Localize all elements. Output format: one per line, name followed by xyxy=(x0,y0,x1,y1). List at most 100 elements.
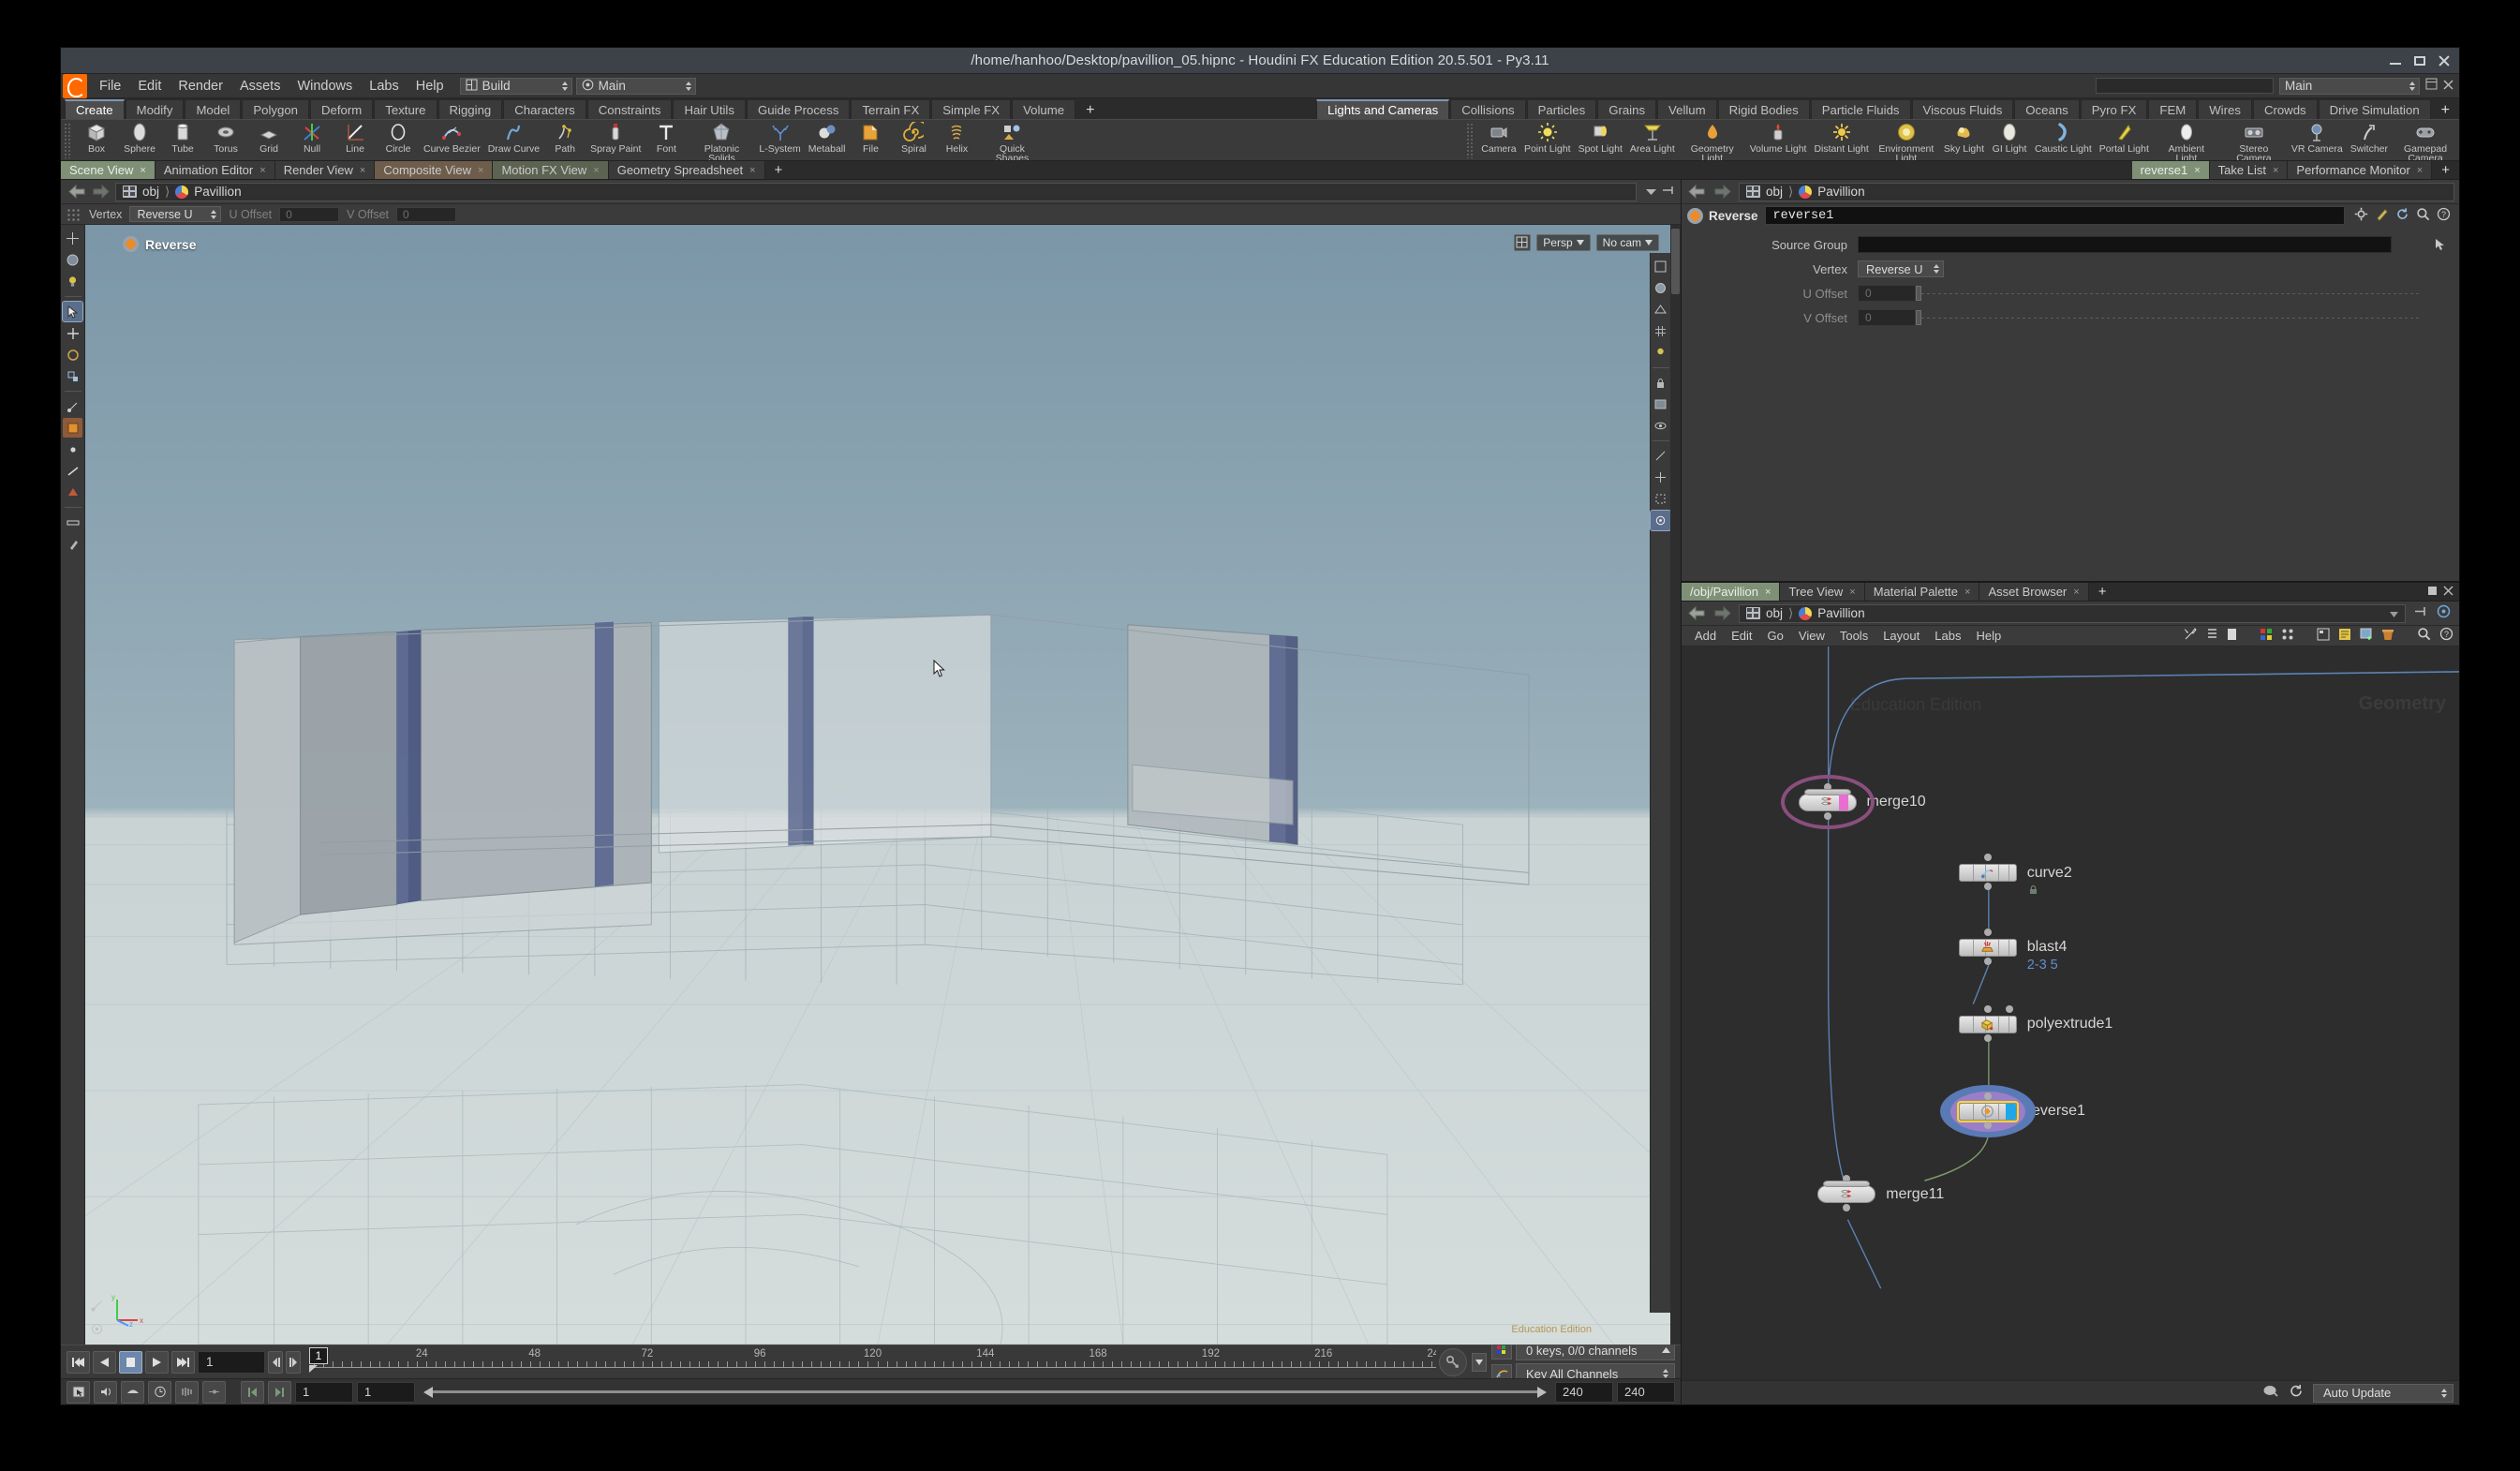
network-add-image-icon[interactable] xyxy=(2360,628,2373,645)
help-icon[interactable]: ? xyxy=(2437,207,2451,225)
shelf-tab-polygon[interactable]: Polygon xyxy=(242,99,310,119)
shelf-tab-characters[interactable]: Characters xyxy=(503,99,586,119)
add-pane-tab-left[interactable]: + xyxy=(765,161,793,179)
quickmark-field[interactable] xyxy=(2096,78,2274,94)
viewport-persp-select[interactable]: Persp xyxy=(1536,234,1591,251)
source-group-field[interactable] xyxy=(1858,236,2392,253)
play-backward-button[interactable] xyxy=(93,1350,116,1374)
menu-edit[interactable]: Edit xyxy=(129,74,170,97)
desktop-selector[interactable]: Main xyxy=(575,77,696,95)
shelf-add-tab-right[interactable]: + xyxy=(2432,102,2459,119)
window-layout-icon[interactable] xyxy=(2425,78,2438,94)
menu-file[interactable]: File xyxy=(91,74,129,97)
pane-tab-motion-fx-view[interactable]: Motion FX View × xyxy=(493,161,609,179)
parm-nav-forward-icon[interactable] xyxy=(1712,183,1733,201)
node-output-connector[interactable] xyxy=(1983,957,1992,965)
timeline-playhead[interactable]: 1 xyxy=(309,1346,328,1373)
network-node-blast4[interactable]: blast4 2-3 5 xyxy=(1958,928,2067,973)
network-search-icon[interactable] xyxy=(2417,627,2431,645)
background-image-icon[interactable] xyxy=(1651,394,1670,414)
shelf-tool-gi-light[interactable]: GI Light xyxy=(1988,121,2031,160)
node-input-connector[interactable] xyxy=(1983,928,1992,936)
shelf-tool-box[interactable]: Box xyxy=(75,121,118,160)
pane-tab-reverse1[interactable]: reverse1 × xyxy=(2131,161,2210,179)
view-tool-snap-icon[interactable] xyxy=(63,396,82,416)
network-notes-yellow-icon[interactable] xyxy=(2338,628,2351,645)
shelf-tab-drive-simulation[interactable]: Drive Simulation xyxy=(2318,99,2431,119)
wireframe-toggle-icon[interactable] xyxy=(1651,300,1670,319)
pane-tab-material-palette[interactable]: Material Palette × xyxy=(1864,583,1980,601)
network-menu-layout[interactable]: Layout xyxy=(1875,629,1927,643)
viewport-options-icon[interactable] xyxy=(1650,510,1670,531)
view-tool-edge-icon[interactable] xyxy=(63,461,82,481)
v-offset-parm-slider[interactable] xyxy=(1916,309,2422,326)
shelf-tool-path[interactable]: Path xyxy=(543,121,586,160)
jump-to-start-button[interactable] xyxy=(67,1350,90,1374)
range-end-field[interactable]: 240 xyxy=(1617,1381,1675,1403)
menu-windows[interactable]: Windows xyxy=(289,74,361,97)
v-offset-parm-field[interactable]: 0 xyxy=(1858,309,1916,326)
pane-tab-render-view[interactable]: Render View × xyxy=(274,161,376,179)
shelf-tool-circle[interactable]: Circle xyxy=(377,121,420,160)
shelf-tab-viscous-fluids[interactable]: Viscous Fluids xyxy=(1911,99,2014,119)
gear-icon[interactable] xyxy=(2354,207,2368,225)
shelf-tab-vellum[interactable]: Vellum xyxy=(1657,99,1717,119)
current-frame-field[interactable]: 1 xyxy=(198,1350,265,1374)
shelf-tool-null[interactable]: Null xyxy=(290,121,334,160)
frame-range-slider[interactable] xyxy=(419,1382,1551,1403)
shelf-tool-area-light[interactable]: Area Light xyxy=(1626,121,1679,160)
net-path-dropdown-icon[interactable] xyxy=(2390,606,2398,620)
playback-range-icon[interactable] xyxy=(121,1380,144,1404)
node-input-connector[interactable] xyxy=(1983,1004,1992,1013)
close-icon[interactable]: × xyxy=(1964,587,1970,598)
shelf-tab-wires[interactable]: Wires xyxy=(2198,99,2252,119)
network-menu-labs[interactable]: Labs xyxy=(1927,629,1968,643)
network-menu-view[interactable]: View xyxy=(1791,629,1832,643)
viewport-3d[interactable]: Reverse Persp No cam x y z Education Edi… xyxy=(85,225,1670,1345)
shelf-tab-model[interactable]: Model xyxy=(185,99,242,119)
pane-tab-scene-view[interactable]: Scene View × xyxy=(61,161,156,179)
shelf-tool-vr-camera[interactable]: VR Camera xyxy=(2288,121,2347,160)
shelf-tool-l-system[interactable]: L-System xyxy=(755,121,804,160)
minimize-button[interactable] xyxy=(2388,54,2403,67)
viewport-view-options-icon[interactable] xyxy=(87,1319,107,1339)
parm-nav-back-icon[interactable] xyxy=(1686,183,1707,201)
node-body[interactable] xyxy=(1956,1100,2019,1122)
menu-assets[interactable]: Assets xyxy=(231,74,289,97)
menu-labs[interactable]: Labs xyxy=(361,74,407,97)
net-crumb-obj[interactable]: obj xyxy=(1766,606,1783,620)
key-dropdown-icon[interactable] xyxy=(1472,1352,1487,1372)
build-selector[interactable]: Build xyxy=(459,77,572,95)
key-mode-spin-icon[interactable] xyxy=(1661,1367,1670,1380)
path-dropdown-icon[interactable] xyxy=(1646,184,1656,200)
net-crumb-pavillion[interactable]: Pavillion xyxy=(1817,606,1864,620)
pane-tab-performance-monitor[interactable]: Performance Monitor × xyxy=(2288,161,2433,179)
guides-icon[interactable] xyxy=(1651,446,1670,466)
network-tools-icon[interactable] xyxy=(2184,627,2198,645)
update-mode-spin-icon[interactable] xyxy=(2439,1387,2449,1400)
view-tool-point-icon[interactable] xyxy=(63,439,82,459)
view-tool-select-icon[interactable] xyxy=(62,301,83,322)
audio-icon[interactable] xyxy=(94,1380,117,1404)
timeline-ruler[interactable]: 24 48 72 96 120 144 168 192 216 240 1 xyxy=(309,1346,1436,1378)
shelf-tool-volume-light[interactable]: Volume Light xyxy=(1746,121,1811,160)
pane-tab-take-list[interactable]: Take List × xyxy=(2209,161,2289,179)
shelf-tab-simple-fx[interactable]: Simple FX xyxy=(931,99,1012,119)
viewport-camera-select[interactable]: No cam xyxy=(1595,234,1659,251)
network-color-palette-icon[interactable] xyxy=(2260,628,2273,645)
grid-toggle-icon[interactable] xyxy=(1651,321,1670,341)
node-body[interactable] xyxy=(1798,788,1857,811)
shelf-tab-guide-process[interactable]: Guide Process xyxy=(746,99,851,119)
shelf-tool-curve-bezier[interactable]: Curve Bezier xyxy=(420,121,484,160)
keyframe-snap-icon[interactable] xyxy=(175,1380,199,1404)
shelf-add-tab-left[interactable]: + xyxy=(1076,102,1104,119)
network-node-merge11[interactable]: merge11 xyxy=(1817,1175,1944,1212)
shelf-tab-deform[interactable]: Deform xyxy=(310,99,374,119)
scene-crumb-pavillion[interactable]: Pavillion xyxy=(194,185,241,199)
search-icon[interactable] xyxy=(2416,207,2430,225)
pane-tab-animation-editor[interactable]: Animation Editor × xyxy=(155,161,275,179)
network-menu-go[interactable]: Go xyxy=(1760,629,1791,643)
view-tool-material-icon[interactable] xyxy=(63,250,82,270)
network-shape-palette-icon[interactable] xyxy=(2281,628,2294,645)
step-forward-button[interactable] xyxy=(286,1350,301,1374)
